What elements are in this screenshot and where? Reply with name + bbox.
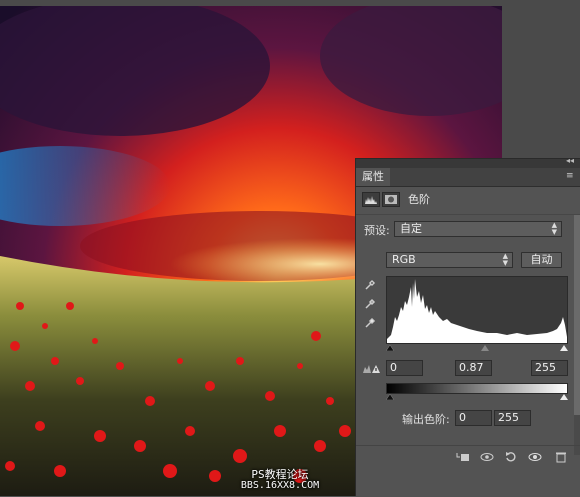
panel-tabbar: 属性 ≡ (356, 168, 580, 187)
channel-value: RGB (392, 253, 416, 266)
reset-icon[interactable] (504, 451, 518, 463)
preset-value: 自定 (400, 222, 422, 235)
channel-select[interactable]: RGB ▲ ▼ (386, 252, 513, 268)
clipping-warning-icon[interactable] (362, 362, 380, 374)
view-previous-icon[interactable] (480, 451, 494, 463)
output-gradient (386, 383, 568, 394)
levels-icon[interactable] (362, 192, 380, 207)
select-arrows-icon: ▲ ▼ (551, 221, 557, 236)
preset-select[interactable]: 自定 ▲ ▼ (394, 221, 562, 237)
eyedropper-white-icon[interactable] (364, 317, 376, 329)
adjustment-title: 色阶 (408, 193, 430, 206)
panel-topbar: ◂◂ (356, 156, 580, 168)
clip-to-layer-icon[interactable] (456, 451, 470, 463)
input-gamma-field[interactable]: 0.87 (455, 360, 492, 376)
panel-menu-icon[interactable]: ≡ (566, 172, 576, 181)
panel-footer (356, 445, 580, 468)
select-arrows-icon: ▲ ▼ (502, 252, 508, 267)
preset-label: 预设: (364, 224, 390, 237)
visibility-icon[interactable] (528, 451, 542, 463)
panel-scrollbar[interactable] (574, 215, 580, 455)
collapse-panel-icon[interactable]: ◂◂ (566, 156, 574, 165)
panel-bottom-strip (356, 467, 580, 497)
output-black-field[interactable]: 0 (455, 410, 492, 426)
scrollbar-thumb[interactable] (574, 215, 580, 415)
mask-icon[interactable] (382, 192, 400, 207)
tab-properties[interactable]: 属性 (356, 168, 390, 186)
input-white-field[interactable]: 255 (531, 360, 568, 376)
auto-button[interactable]: 自动 (521, 252, 562, 268)
input-black-field[interactable]: 0 (386, 360, 423, 376)
eyedropper-black-icon[interactable] (364, 279, 376, 291)
properties-panel: ◂◂ 属性 ≡ 色阶 预设: 自定 ▲ ▼ RGB ▲ ▼ 自动 0 0.87 … (355, 156, 580, 497)
divider (356, 214, 580, 215)
histogram (386, 276, 568, 344)
eyedropper-gray-icon[interactable] (364, 298, 376, 310)
trash-icon[interactable] (554, 451, 568, 463)
output-levels-slider[interactable] (386, 394, 568, 400)
output-levels-label: 输出色阶: (402, 413, 450, 426)
output-white-field[interactable]: 255 (494, 410, 531, 426)
input-levels-slider[interactable] (386, 345, 568, 351)
